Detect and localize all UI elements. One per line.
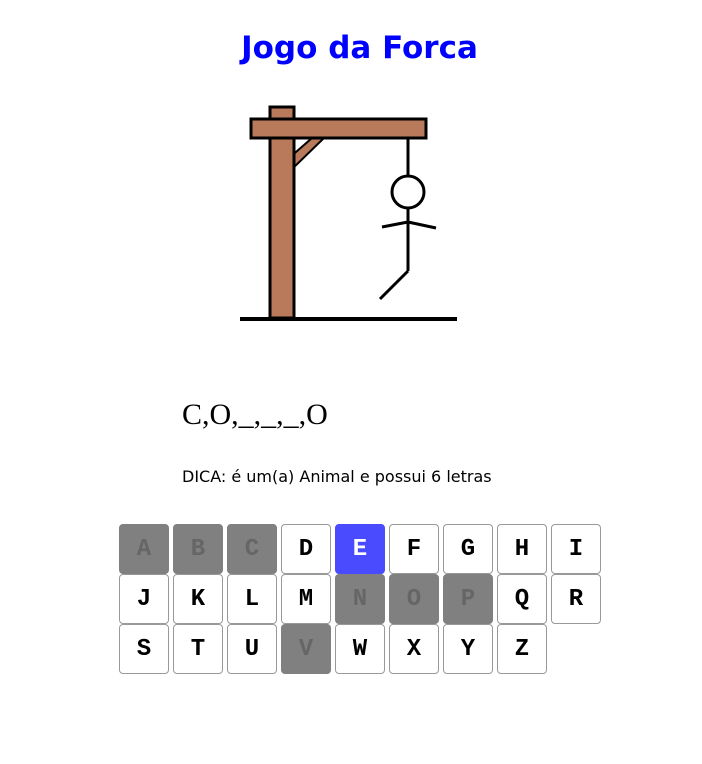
key-d[interactable]: D (281, 524, 331, 574)
page-title: Jogo da Forca (241, 30, 478, 66)
key-x[interactable]: X (389, 624, 439, 674)
key-s[interactable]: S (119, 624, 169, 674)
key-o: O (389, 574, 439, 624)
key-c: C (227, 524, 277, 574)
gallows-drawing (240, 105, 457, 321)
key-k[interactable]: K (173, 574, 223, 624)
key-p: P (443, 574, 493, 624)
key-r[interactable]: R (551, 574, 601, 624)
key-l[interactable]: L (227, 574, 277, 624)
key-z[interactable]: Z (497, 624, 547, 674)
key-m[interactable]: M (281, 574, 331, 624)
key-q[interactable]: Q (497, 574, 547, 624)
key-j[interactable]: J (119, 574, 169, 624)
hangman-left-arm (381, 220, 409, 229)
key-f[interactable]: F (389, 524, 439, 574)
gallows-beam (249, 117, 428, 140)
hangman-head (390, 174, 426, 210)
letter-keyboard: ABCDEFGHI JKLMNOPQR STUVWXYZ (119, 524, 605, 674)
key-y[interactable]: Y (443, 624, 493, 674)
word-display: C,O,_,_,_,O (182, 398, 328, 431)
key-h[interactable]: H (497, 524, 547, 574)
key-u[interactable]: U (227, 624, 277, 674)
key-n: N (335, 574, 385, 624)
key-t[interactable]: T (173, 624, 223, 674)
hint-text: DICA: é um(a) Animal e possui 6 letras (182, 467, 492, 486)
key-v: V (281, 624, 331, 674)
hangman-left-leg (378, 269, 410, 301)
key-w[interactable]: W (335, 624, 385, 674)
hangman-right-arm (407, 220, 437, 230)
key-g[interactable]: G (443, 524, 493, 574)
key-i[interactable]: I (551, 524, 601, 574)
key-e: E (335, 524, 385, 574)
key-b: B (173, 524, 223, 574)
key-a: A (119, 524, 169, 574)
